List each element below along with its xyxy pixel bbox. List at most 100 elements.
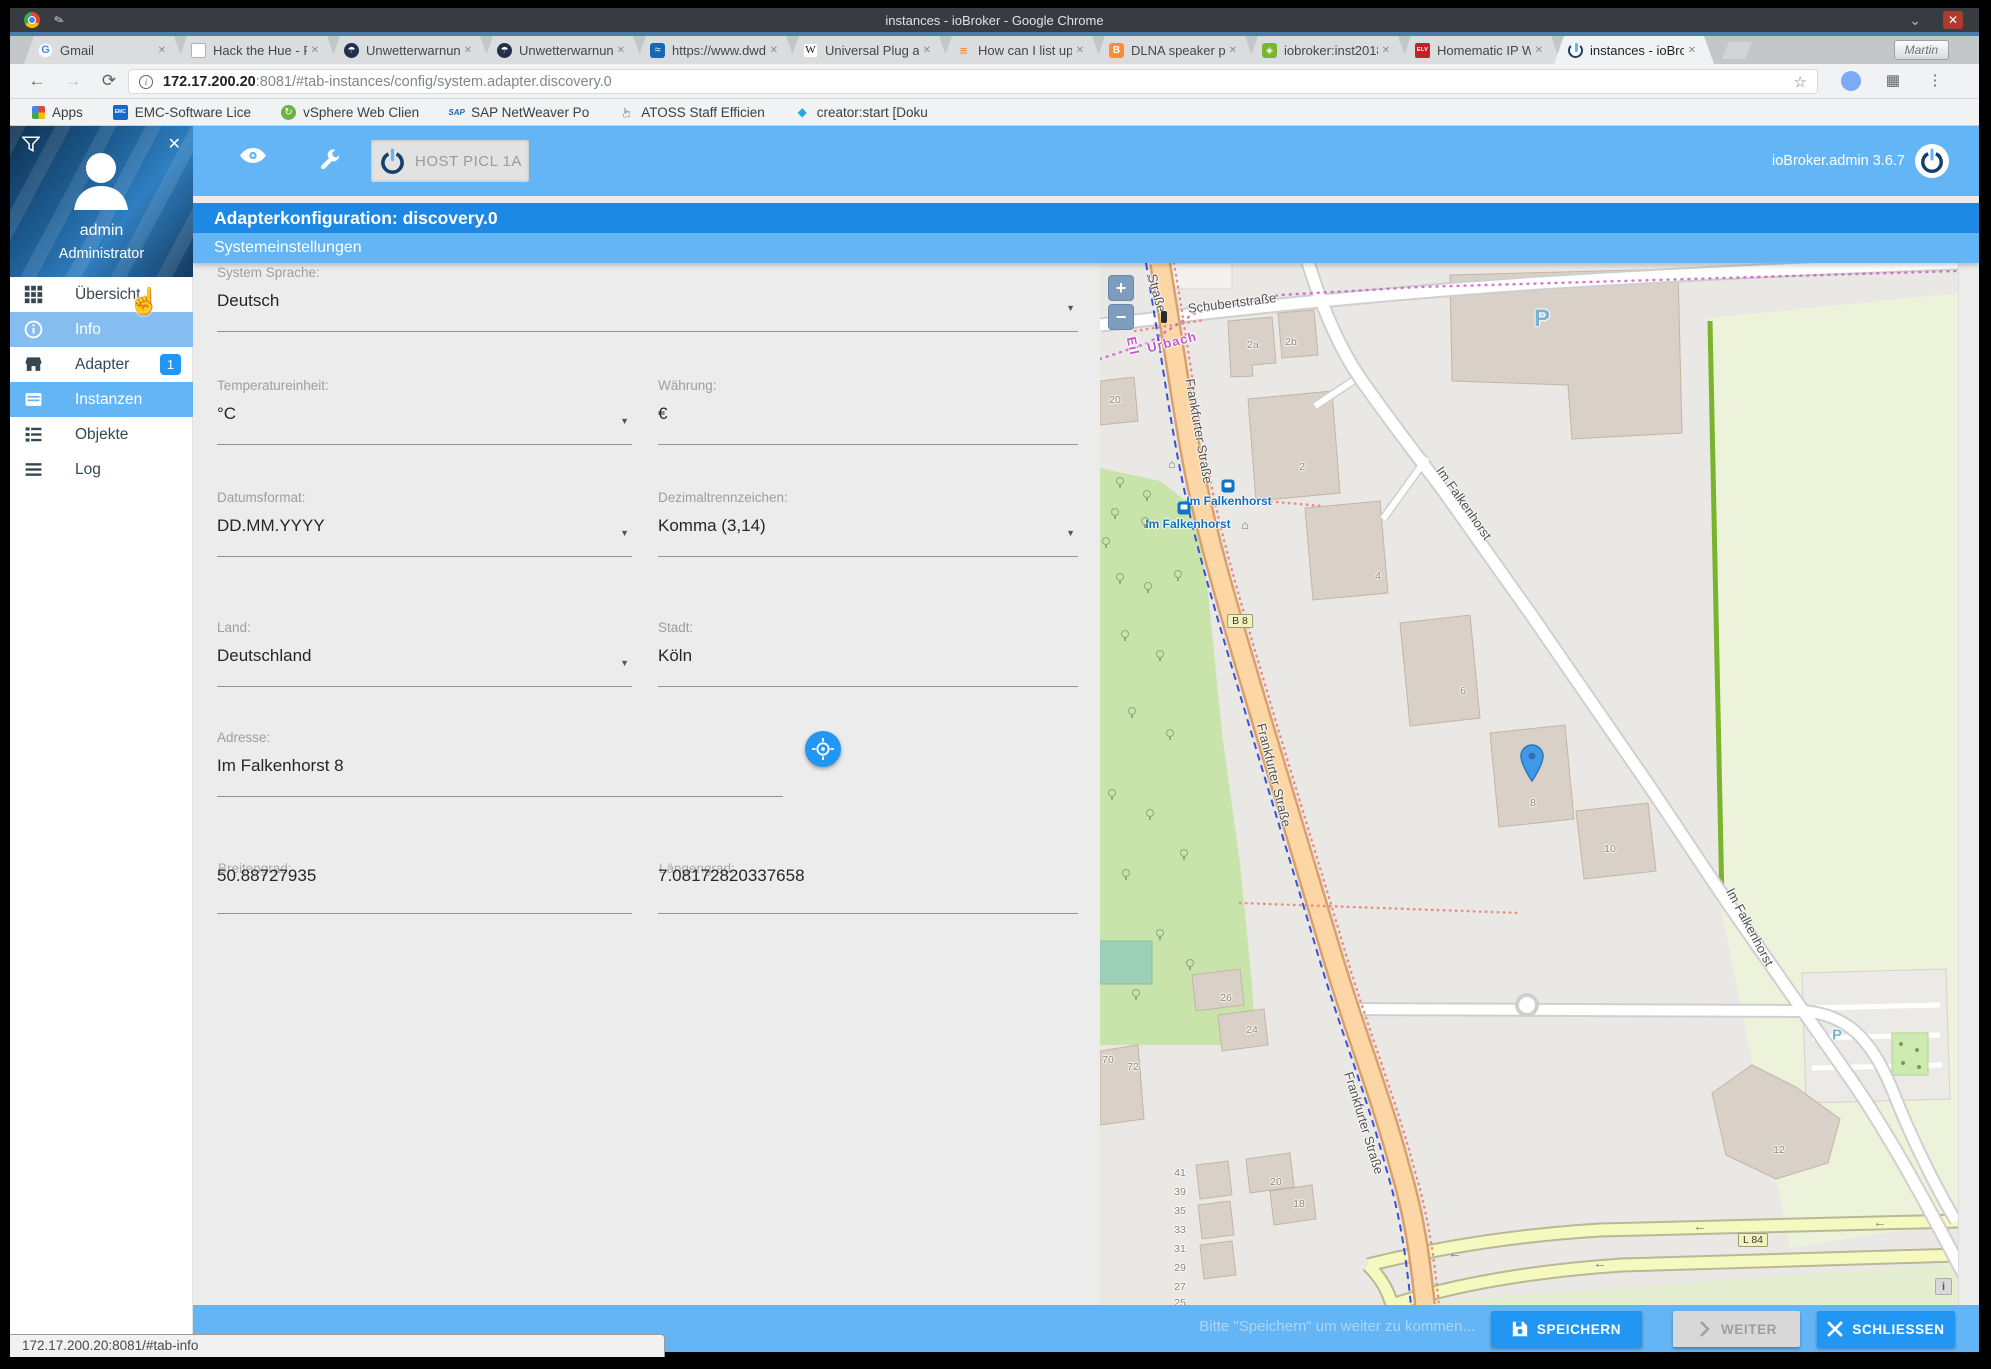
sidebar-item-instanzen[interactable]: Instanzen (10, 382, 193, 417)
warnwetter-icon (497, 43, 512, 58)
browser-tab[interactable]: Universal Plug an ✕ (789, 36, 949, 64)
browser-tab[interactable]: DLNA speaker pla ✕ (1095, 36, 1255, 64)
sidebar-close-icon[interactable]: ✕ (168, 134, 181, 154)
dwd-icon (650, 43, 665, 58)
url-text: 172.17.200.20:8081/#tab-instances/config… (163, 74, 612, 90)
tab-close-icon[interactable]: ✕ (1688, 45, 1696, 56)
tab-close-icon[interactable]: ✕ (1535, 45, 1543, 56)
browser-tab[interactable]: How can I list upn ✕ (942, 36, 1102, 64)
bookmark-item[interactable]: ATOSS Staff Efficien (619, 105, 765, 120)
tab-close-icon[interactable]: ✕ (923, 45, 931, 56)
dropdown-arrow-icon: ▼ (1066, 303, 1075, 313)
save-button[interactable]: SPEICHERN (1491, 1311, 1642, 1347)
blogger-icon (1109, 43, 1124, 58)
bookmark-label: SAP NetWeaver Po (471, 105, 589, 120)
browser-tab[interactable]: Unwetterwarnung✕ (330, 36, 490, 64)
tab-title: instances - ioBrok (1590, 43, 1684, 58)
sidebar-item-info[interactable]: Info (10, 312, 193, 347)
sidebar-item-log[interactable]: Log (10, 452, 193, 487)
filter-funnel-icon[interactable] (22, 136, 40, 157)
page-info-icon[interactable]: i (139, 75, 153, 89)
url-bar[interactable]: i 172.17.200.20:8081/#tab-instances/conf… (128, 69, 1818, 94)
chevron-down-icon[interactable]: ⌄ (1909, 12, 1921, 29)
bookmark-star-icon[interactable]: ☆ (1794, 73, 1807, 91)
field-address[interactable]: Adresse: Im Falkenhorst 8 (217, 730, 783, 800)
map-attribution-icon[interactable]: i (1935, 1278, 1952, 1295)
scrollbar-track[interactable] (1958, 263, 1979, 1305)
browser-tab[interactable]: https://www.dwd✕ (636, 36, 796, 64)
map-zoom-out-button[interactable]: − (1108, 304, 1134, 330)
field-temperature-unit[interactable]: Temperatureinheit: °C ▼ (217, 378, 632, 448)
desktop: { "window": { "title": "instances - ioBr… (0, 0, 1991, 1369)
admin-version: ioBroker.admin 3.6.7 (1772, 153, 1905, 169)
field-system-language[interactable]: System Sprache: Deutsch ▼ (217, 265, 1078, 335)
gmail-icon (38, 43, 53, 58)
warnwetter-icon (344, 43, 359, 58)
field-underline (217, 444, 632, 445)
dropdown-arrow-icon: ▼ (1066, 528, 1075, 538)
back-button[interactable]: ← (26, 70, 48, 92)
field-underline (658, 556, 1078, 557)
window-close-button[interactable]: ✕ (1943, 11, 1963, 29)
tab-close-icon[interactable]: ✕ (158, 45, 166, 56)
tab-close-icon[interactable]: ✕ (1076, 45, 1084, 56)
reload-button[interactable]: ⟳ (98, 70, 120, 92)
window-titlebar[interactable]: ✏ instances - ioBroker - Google Chrome ⌄… (10, 8, 1979, 32)
bookmark-item[interactable]: creator:start [Doku (795, 105, 928, 120)
browser-tab[interactable]: Gmail✕ (24, 36, 184, 64)
sidebar-item-bersicht[interactable]: Übersicht (10, 277, 193, 312)
vsphere-icon (281, 105, 296, 120)
map-zoom-in-button[interactable]: + (1108, 275, 1134, 301)
browser-tab[interactable]: Homematic IP Wa✕ (1401, 36, 1561, 64)
tab-close-icon[interactable]: ✕ (1382, 45, 1390, 56)
field-currency[interactable]: Währung: € (658, 378, 1078, 448)
browser-tab[interactable]: Hack the Hue - Ro✕ (177, 36, 337, 64)
next-button[interactable]: WEITER (1673, 1311, 1800, 1347)
bookmark-item[interactable]: SAP NetWeaver Po (449, 105, 589, 120)
tab-title: DLNA speaker pla (1131, 43, 1225, 58)
extension-icon[interactable] (1841, 71, 1861, 91)
profile-name[interactable]: Martin (1894, 40, 1949, 60)
browser-tab[interactable]: Unwetterwarnung✕ (483, 36, 643, 64)
tab-close-icon[interactable]: ✕ (770, 45, 778, 56)
field-decimal-separator[interactable]: Dezimaltrennzeichen: Komma (3,14) ▼ (658, 490, 1078, 560)
sidebar-item-label: Objekte (75, 426, 128, 444)
field-date-format[interactable]: Datumsformat: DD.MM.YYYY ▼ (217, 490, 632, 560)
sidebar-item-adapter[interactable]: Adapter1 (10, 347, 193, 382)
browser-tab[interactable]: iobroker:inst2018✕ (1248, 36, 1408, 64)
forward-button[interactable]: → (62, 70, 84, 92)
tab-close-icon[interactable]: ✕ (1229, 45, 1237, 56)
apps-grid-icon[interactable]: ▦ (1883, 71, 1903, 91)
sidebar-item-label: Log (75, 461, 101, 479)
creator-icon (795, 105, 810, 120)
bookmark-item[interactable]: EMC-Software Lice (113, 105, 251, 120)
locate-on-map-button[interactable] (805, 731, 841, 767)
apps-shortcut[interactable]: Apps (32, 105, 83, 120)
tab-strip: Gmail✕Hack the Hue - Ro✕Unwetterwarnung✕… (10, 36, 1979, 64)
field-latitude[interactable]: Breitengrad: 50.88727935 (217, 847, 632, 917)
browser-tab[interactable]: instances - ioBrok ✕ (1554, 36, 1714, 64)
tab-title: Universal Plug an (825, 43, 919, 58)
browser-toolbar: ← → ⟳ i 172.17.200.20:8081/#tab-instance… (10, 64, 1979, 99)
tab-close-icon[interactable]: ✕ (464, 45, 472, 56)
tab-close-icon[interactable]: ✕ (311, 45, 319, 56)
field-city[interactable]: Stadt: Köln (658, 620, 1078, 690)
map[interactable]: SchubertstraßeStraßeFrankfurter StraßeFr… (1100, 263, 1958, 1305)
user-role: Administrator (10, 246, 193, 262)
host-button[interactable]: HOST PICL 1A (371, 140, 529, 182)
spacer (193, 196, 1979, 203)
bookmark-item[interactable]: vSphere Web Clien (281, 105, 419, 120)
instances-icon (24, 390, 59, 409)
dropdown-arrow-icon: ▼ (620, 658, 629, 668)
tab-close-icon[interactable]: ✕ (617, 45, 625, 56)
browser-menu-icon[interactable]: ⋮ (1925, 71, 1945, 91)
wrench-icon[interactable] (318, 149, 341, 172)
eye-icon[interactable] (240, 148, 266, 174)
close-button[interactable]: SCHLIESSEN (1817, 1311, 1955, 1347)
new-tab-button[interactable] (1722, 42, 1752, 59)
field-country[interactable]: Land: Deutschland ▼ (217, 620, 632, 690)
sidebar-item-objekte[interactable]: Objekte (10, 417, 193, 452)
sidebar-item-label: Adapter (75, 356, 129, 374)
field-longitude[interactable]: Längengrad: 7.08172820337658 (658, 847, 1078, 917)
tab-title: How can I list upn (978, 43, 1072, 58)
